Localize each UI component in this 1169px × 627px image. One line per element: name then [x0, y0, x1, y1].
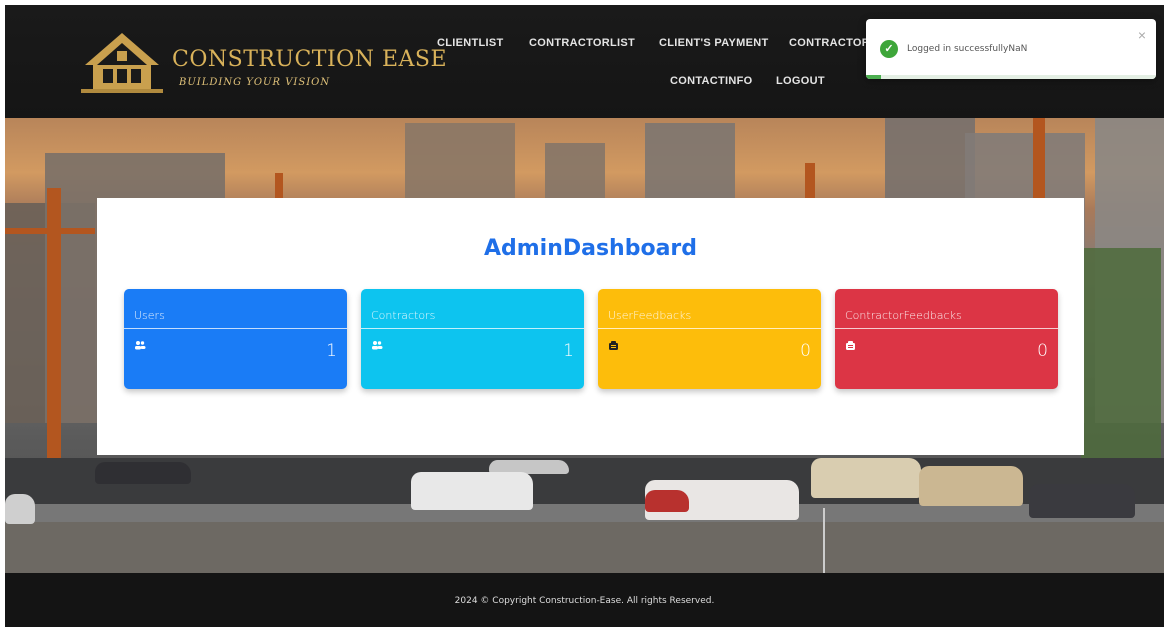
- stat-label: ContractorFeedbacks: [845, 309, 962, 322]
- brand-logo[interactable]: CONSTRUCTION EASE BUILDING YOUR VISION: [77, 25, 447, 97]
- stat-label: Users: [134, 309, 165, 322]
- toast-message: Logged in successfullyNaN: [907, 44, 1028, 54]
- stat-value: 0: [800, 341, 811, 361]
- stat-value: 1: [326, 341, 337, 361]
- dashboard-panel: AdminDashboard Users 1 Contractors 1 Use…: [97, 198, 1084, 455]
- dashboard-title: AdminDashboard: [483, 236, 698, 261]
- stat-divider: [361, 328, 584, 329]
- nav-logout[interactable]: LOGOUT: [776, 75, 825, 87]
- toast-progress-bar: [866, 75, 881, 79]
- users-icon: [134, 340, 146, 353]
- stat-card-contractor-feedbacks[interactable]: ContractorFeedbacks 0: [835, 289, 1058, 389]
- stat-value: 1: [563, 341, 574, 361]
- stat-value: 0: [1037, 341, 1048, 361]
- nav-contactinfo[interactable]: CONTACTINFO: [670, 75, 753, 87]
- page-frame: CONSTRUCTION EASE BUILDING YOUR VISION C…: [5, 5, 1164, 627]
- nav-clients-payment[interactable]: CLIENT'S PAYMENT: [659, 37, 768, 49]
- feedback-icon: [608, 340, 619, 354]
- nav-contractors[interactable]: CONTRACTORS: [789, 37, 878, 49]
- stat-label: UserFeedbacks: [608, 309, 692, 322]
- stat-label: Contractors: [371, 309, 436, 322]
- nav-clientlist[interactable]: CLIENTLIST: [437, 37, 504, 49]
- close-icon[interactable]: ×: [1138, 27, 1146, 43]
- users-icon: [371, 340, 383, 353]
- stat-card-user-feedbacks[interactable]: UserFeedbacks 0: [598, 289, 821, 389]
- footer-copyright: 2024 © Copyright Construction-Ease. All …: [454, 596, 715, 606]
- house-logo-icon: [81, 33, 163, 93]
- site-footer: 2024 © Copyright Construction-Ease. All …: [5, 573, 1164, 627]
- login-toast: ✓ Logged in successfullyNaN ×: [866, 19, 1156, 79]
- nav-contractorlist[interactable]: CONTRACTORLIST: [529, 37, 635, 49]
- brand-tagline: BUILDING YOUR VISION: [179, 77, 331, 88]
- check-icon: ✓: [880, 40, 898, 58]
- stat-divider: [124, 328, 347, 329]
- stat-divider: [835, 328, 1058, 329]
- toast-progress-track: [866, 75, 1156, 79]
- stat-card-contractors[interactable]: Contractors 1: [361, 289, 584, 389]
- feedback-icon: [845, 340, 856, 354]
- stat-divider: [598, 328, 821, 329]
- stat-card-users[interactable]: Users 1: [124, 289, 347, 389]
- brand-name: CONSTRUCTION EASE: [172, 47, 448, 72]
